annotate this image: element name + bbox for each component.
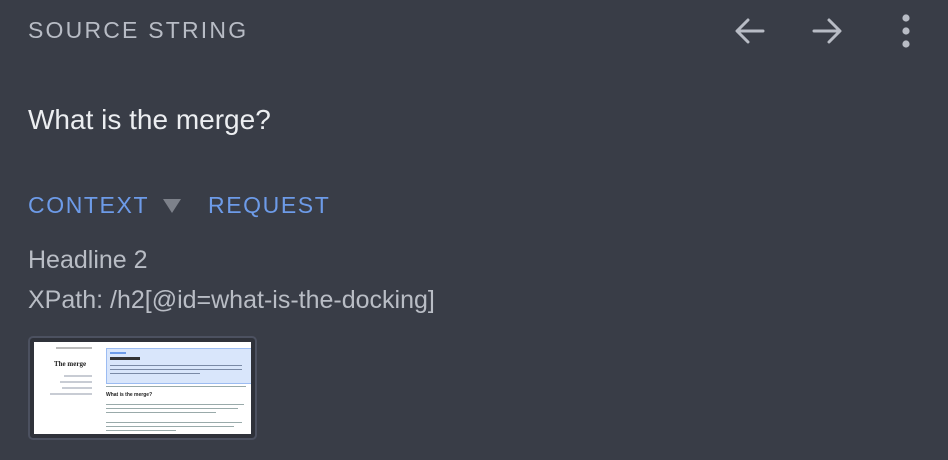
more-vertical-icon	[902, 14, 910, 48]
tab-request[interactable]: REQUEST	[208, 190, 330, 220]
tab-context[interactable]: CONTEXT	[28, 190, 182, 220]
thumbnail-heading: The merge	[54, 360, 87, 368]
arrow-left-icon	[735, 18, 765, 44]
arrow-right-icon	[812, 18, 842, 44]
previous-button[interactable]	[725, 6, 775, 56]
context-screenshot-thumbnail[interactable]: The merge What is the merge?	[28, 336, 257, 440]
context-xpath: XPath: /h2[@id=what-is-the-docking]	[28, 286, 435, 314]
more-options-button[interactable]	[882, 6, 930, 56]
thumbnail-subheading: What is the merge?	[106, 392, 153, 398]
tab-context-label: CONTEXT	[28, 192, 150, 218]
caret-down-icon	[163, 199, 182, 213]
context-element-type: Headline 2	[28, 246, 148, 274]
source-string-label: SOURCE STRING	[28, 17, 249, 43]
source-string-text: What is the merge?	[28, 104, 271, 135]
tab-request-label: REQUEST	[208, 192, 331, 218]
thumbnail-image: The merge What is the merge?	[34, 342, 251, 434]
next-button[interactable]	[802, 6, 852, 56]
